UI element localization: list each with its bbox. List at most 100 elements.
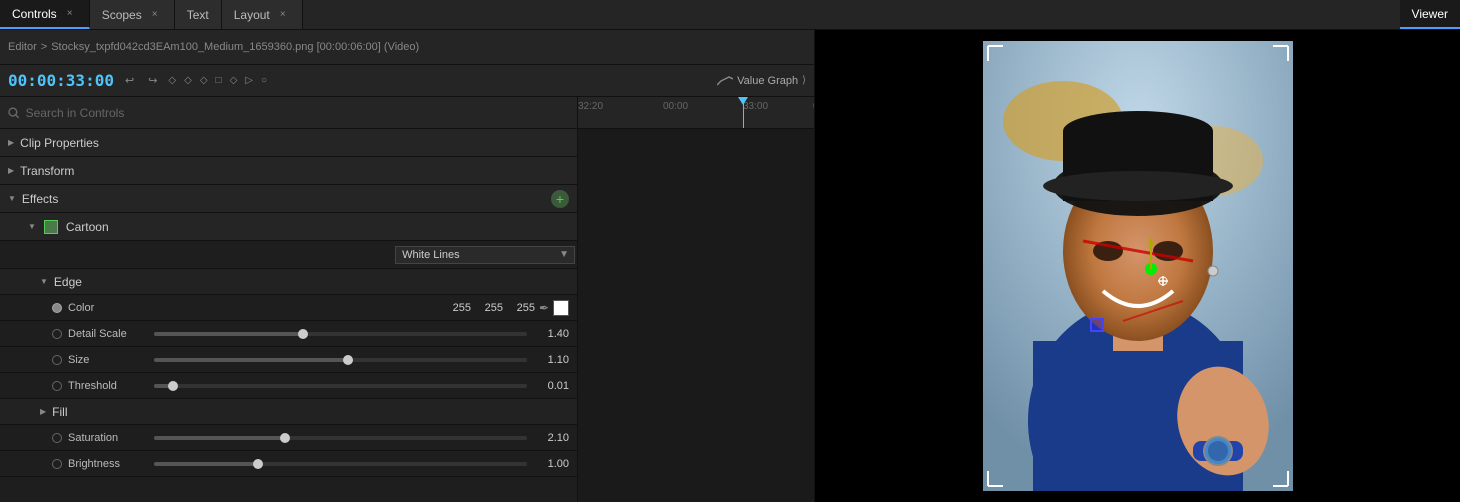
breadcrumb: Editor > Stocksy_txpfd042cd3EAm100_Mediu… [8,41,419,53]
tab-layout[interactable]: Layout × [222,0,303,29]
brightness-value: 1.00 [533,458,569,470]
add-effect-button[interactable]: + [551,190,569,208]
playhead-triangle [738,97,748,105]
detail-scale-label: Detail Scale [68,328,148,340]
search-icon [8,107,20,119]
color-keyframe-dot[interactable] [52,303,62,313]
eyedropper-icon[interactable]: ✒ [539,301,549,315]
cartoon-name: Cartoon [66,220,109,234]
threshold-slider[interactable] [154,384,527,388]
value-graph-button[interactable]: Value Graph ⟩ [717,75,806,87]
tab-scopes-close[interactable]: × [148,8,162,22]
color-values: 255 255 255 ✒ [443,300,569,316]
transform-chevron: ▶ [8,166,14,175]
tab-layout-close[interactable]: × [276,8,290,22]
tab-viewer[interactable]: Viewer [1400,0,1460,29]
brightness-thumb[interactable] [253,459,263,469]
keyframe-diamond-3[interactable]: ◇ [200,75,208,86]
brightness-slider[interactable] [154,462,527,466]
saturation-label: Saturation [68,432,148,444]
fill-section-header[interactable]: ▶ Fill [0,399,577,425]
section-transform[interactable]: ▶ Transform [0,157,577,185]
tab-controls-close[interactable]: × [63,7,77,21]
color-b: 255 [507,302,535,314]
effects-chevron: ▼ [8,194,16,203]
fill-title: Fill [52,405,67,419]
ruler-mark-1: 00:00 [663,97,688,112]
brightness-keyframe-dot[interactable] [52,459,62,469]
keyframe-circle[interactable]: ○ [261,75,267,86]
search-input[interactable] [26,106,569,120]
tab-bar: Controls × Scopes × Text Layout × Viewer [0,0,1460,30]
white-lines-dropdown[interactable]: White Lines [395,246,575,264]
ruler-label-1: 00:00 [663,97,688,112]
section-effects[interactable]: ▼ Effects + [0,185,577,213]
saturation-keyframe-dot[interactable] [52,433,62,443]
keyframe-diamond-1[interactable]: ◇ [168,75,176,86]
color-r: 255 [443,302,471,314]
edge-title: Edge [54,275,82,289]
edge-section-header[interactable]: ▼ Edge [0,269,577,295]
saturation-value: 2.10 [533,432,569,444]
threshold-thumb[interactable] [168,381,178,391]
tab-scopes[interactable]: Scopes × [90,0,175,29]
detail-scale-slider[interactable] [154,332,527,336]
tab-scopes-label: Scopes [102,8,142,22]
controls-split: ▶ Clip Properties ▶ Transform ▼ Effects … [0,97,814,502]
timeline-ruler[interactable]: 32:20 00:00 33:00 00:00 [578,97,814,128]
keyframe-square[interactable]: □ [216,75,222,86]
tab-controls-label: Controls [12,7,57,21]
timeline-area[interactable]: 32:20 00:00 33:00 00:00 [578,97,814,502]
section-clip-properties[interactable]: ▶ Clip Properties [0,129,577,157]
tab-controls[interactable]: Controls × [0,0,90,29]
size-keyframe-dot[interactable] [52,355,62,365]
detail-scale-row: Detail Scale 1.40 [0,321,577,347]
color-g: 255 [475,302,503,314]
detail-scale-fill [154,332,303,336]
effects-title: Effects [22,192,58,206]
fill-chevron: ▶ [40,407,46,416]
breadcrumb-separator: > [41,41,47,53]
color-swatch[interactable] [553,300,569,316]
size-slider[interactable] [154,358,527,362]
white-lines-row: White Lines ▼ [0,241,577,269]
ruler-mark-0: 32:20 [578,97,603,112]
edge-chevron: ▼ [40,277,48,286]
size-thumb[interactable] [343,355,353,365]
color-row: Color 255 255 255 ✒ [0,295,577,321]
controls-panel: ▶ Clip Properties ▶ Transform ▼ Effects … [0,97,578,502]
threshold-row: Threshold 0.01 [0,373,577,399]
transform-title: Transform [20,164,74,178]
detail-scale-keyframe-dot[interactable] [52,329,62,339]
keyframe-triangle[interactable]: ▷ [245,75,253,86]
keyframe-diamond-2[interactable]: ◇ [184,75,192,86]
brightness-label: Brightness [68,458,148,470]
tab-viewer-label: Viewer [1412,7,1448,21]
search-bar [0,97,577,129]
saturation-thumb[interactable] [280,433,290,443]
saturation-fill [154,436,285,440]
redo-button[interactable]: ↪ [145,72,160,89]
ruler-mark-3: 00:00 [813,97,814,112]
cartoon-chevron[interactable]: ▼ [28,222,36,231]
breadcrumb-toolbar: Editor > Stocksy_txpfd042cd3EAm100_Mediu… [0,30,814,65]
threshold-keyframe-dot[interactable] [52,381,62,391]
keyframe-diamond-4[interactable]: ◇ [230,75,238,86]
brightness-row: Brightness 1.00 [0,451,577,477]
breadcrumb-prefix: Editor [8,41,37,53]
breadcrumb-filename: Stocksy_txpfd042cd3EAm100_Medium_1659360… [51,41,419,53]
clip-properties-chevron: ▶ [8,138,14,147]
playhead[interactable] [743,97,744,128]
main-content: Editor > Stocksy_txpfd042cd3EAm100_Mediu… [0,30,1460,502]
size-value: 1.10 [533,354,569,366]
cartoon-header: ▼ Cartoon [0,213,577,241]
threshold-value: 0.01 [533,380,569,392]
value-graph-icon [717,75,733,87]
undo-button[interactable]: ↩ [122,72,137,89]
detail-scale-thumb[interactable] [298,329,308,339]
saturation-slider[interactable] [154,436,527,440]
cartoon-checkbox[interactable] [44,220,58,234]
right-panel [815,30,1460,502]
viewer-image [983,41,1293,491]
tab-text[interactable]: Text [175,0,222,29]
